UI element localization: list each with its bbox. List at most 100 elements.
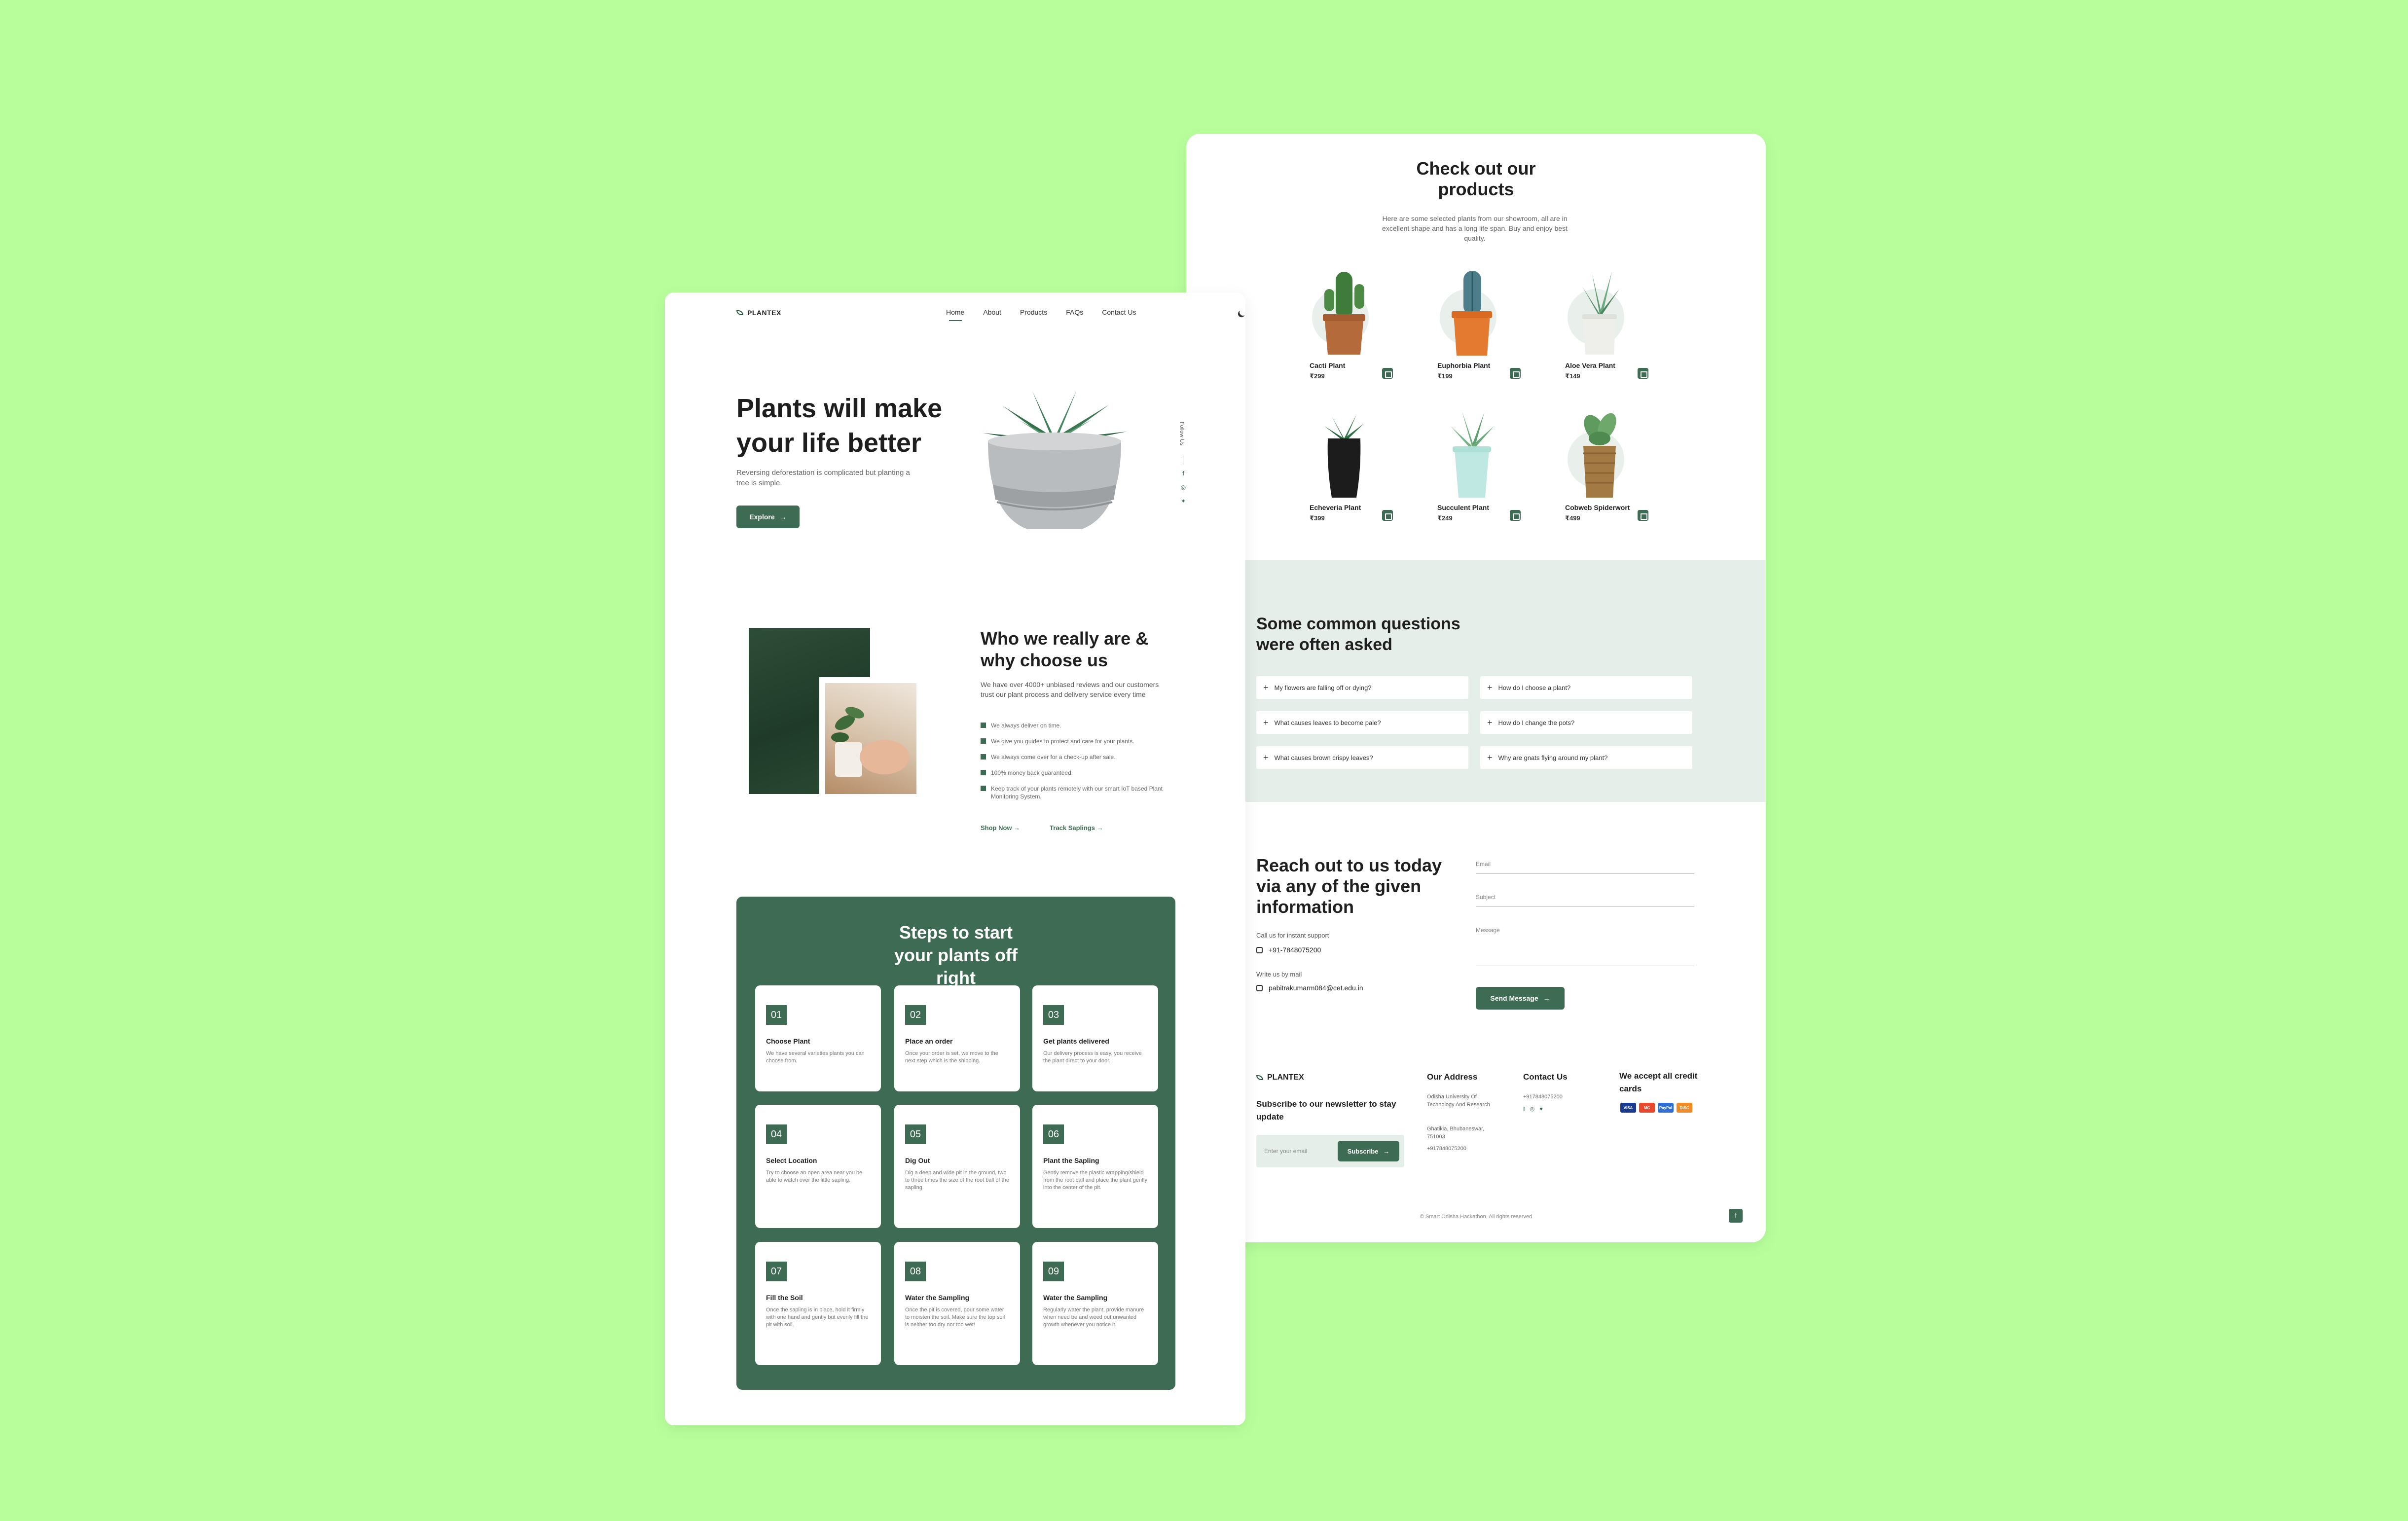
add-to-cart-icon[interactable] (1510, 368, 1521, 379)
list-item: We give you guides to protect and care f… (981, 737, 1173, 745)
benefit-text: Keep track of your plants remotely with … (991, 785, 1163, 800)
product-card[interactable]: Echeveria Plant ₹399 (1307, 409, 1421, 532)
shop-now-label: Shop Now (981, 824, 1012, 832)
step-number: 03 (1043, 1005, 1064, 1025)
nav-faqs[interactable]: FAQs (1066, 308, 1083, 316)
product-price: ₹199 (1437, 372, 1453, 380)
mail-label: Write us by mail (1256, 971, 1302, 978)
twitter-icon[interactable]: ♥ (1539, 1105, 1543, 1113)
twitter-icon[interactable]: ✦ (1180, 498, 1187, 505)
product-card[interactable]: Aloe Vera Plant ₹149 (1563, 267, 1676, 390)
logo[interactable]: PLANTEX (736, 309, 781, 317)
about-title: Who we really are & why choose us (981, 628, 1149, 670)
faq-question: Why are gnats flying around my plant? (1498, 754, 1608, 761)
theme-toggle-icon[interactable] (1239, 308, 1245, 317)
product-name: Aloe Vera Plant (1565, 362, 1615, 369)
message-field[interactable]: Message (1476, 927, 1694, 966)
send-message-button[interactable]: Send Message → (1476, 987, 1565, 1010)
add-to-cart-icon[interactable] (1382, 368, 1393, 379)
step-title: Place an order (905, 1037, 953, 1045)
step-title: Water the Sampling (1043, 1294, 1108, 1302)
product-card[interactable]: Cobweb Spiderwort ₹499 (1563, 409, 1676, 532)
nav-home[interactable]: Home (946, 308, 964, 321)
faq-question: How do I choose a plant? (1498, 684, 1571, 691)
email-field[interactable]: Email (1476, 861, 1694, 874)
send-label: Send Message (1490, 994, 1538, 1002)
step-desc: Once your order is set, we move to the n… (905, 1050, 998, 1064)
step-number: 02 (905, 1005, 926, 1025)
product-card[interactable]: Cacti Plant ₹299 (1307, 267, 1421, 390)
step-number: 04 (766, 1124, 787, 1144)
phone-icon (1256, 946, 1263, 953)
check-icon (981, 786, 986, 791)
product-card[interactable]: Euphorbia Plant ₹199 (1435, 267, 1548, 390)
contact-title: Reach out to us today via any of the giv… (1256, 855, 1442, 917)
add-to-cart-icon[interactable] (1638, 368, 1648, 379)
scroll-top-button[interactable]: ↑ (1729, 1209, 1743, 1223)
track-saplings-link[interactable]: Track Saplings → (1050, 824, 1103, 832)
facebook-icon[interactable]: f (1523, 1105, 1525, 1113)
email-address[interactable]: pabitrakumarm084@cet.edu.in (1256, 984, 1363, 992)
echeveria-plant-icon (1324, 415, 1364, 498)
add-to-cart-icon[interactable] (1638, 510, 1648, 521)
address-title: Our Address (1427, 1072, 1478, 1082)
benefit-text: We give you guides to protect and care f… (991, 738, 1134, 745)
faq-item[interactable]: + Why are gnats flying around my plant? (1480, 746, 1692, 769)
step-title: Get plants delivered (1043, 1037, 1109, 1045)
product-name: Succulent Plant (1437, 504, 1490, 511)
add-to-cart-icon[interactable] (1382, 510, 1393, 521)
spiderwort-plant-icon (1583, 413, 1616, 498)
cactus-plant-icon (1323, 272, 1365, 355)
newsletter-form: Enter your email Subscribe → (1256, 1135, 1404, 1167)
step-title: Fill the Soil (766, 1294, 803, 1302)
faq-item[interactable]: + How do I change the pots? (1480, 711, 1692, 734)
faq-question: How do I change the pots? (1498, 719, 1575, 726)
facebook-icon[interactable]: f (1180, 470, 1187, 477)
email-text: pabitrakumarm084@cet.edu.in (1269, 984, 1363, 992)
explore-button[interactable]: Explore → (736, 506, 800, 528)
plus-icon: + (1263, 717, 1269, 727)
product-price: ₹249 (1437, 514, 1453, 522)
step-card: 09 Water the Sampling Regularly water th… (1032, 1242, 1158, 1365)
instagram-icon[interactable]: ◎ (1530, 1105, 1535, 1113)
steps-title: Steps to start your plants off right (894, 922, 1018, 988)
follow-us-label: Follow Us (1179, 422, 1185, 446)
benefit-text: 100% money back guaranteed. (991, 769, 1073, 776)
step-card: 05 Dig Out Dig a deep and wide pit in th… (894, 1105, 1020, 1228)
faq-section: Some common questions were often asked +… (1245, 560, 1766, 802)
about-links: Shop Now → Track Saplings → (981, 824, 1103, 832)
step-card: 01 Choose Plant We have several varietie… (755, 985, 881, 1091)
plus-icon: + (1263, 752, 1269, 762)
footer-logo[interactable]: PLANTEX (1256, 1073, 1304, 1082)
faq-item[interactable]: + How do I choose a plant? (1480, 676, 1692, 699)
hero-title: Plants will make your life better (736, 394, 943, 458)
nav-products[interactable]: Products (1020, 308, 1047, 316)
paypal-icon: PayPal (1658, 1103, 1674, 1113)
nav-about[interactable]: About (983, 308, 1001, 316)
add-to-cart-icon[interactable] (1510, 510, 1521, 521)
product-price: ₹399 (1310, 514, 1325, 522)
faq-item[interactable]: + What causes brown crispy leaves? (1256, 746, 1468, 769)
step-number: 05 (905, 1124, 926, 1144)
faq-item[interactable]: + My flowers are falling off or dying? (1256, 676, 1468, 699)
nav-contact[interactable]: Contact Us (1102, 308, 1136, 316)
subject-field[interactable]: Subject (1476, 894, 1694, 907)
navbar: PLANTEX Home About Products FAQs Contact… (736, 306, 1230, 326)
list-item: We always come over for a check-up after… (981, 753, 1173, 761)
shop-now-link[interactable]: Shop Now → (981, 824, 1020, 832)
brand-name: PLANTEX (747, 309, 781, 317)
faq-item[interactable]: + What causes leaves to become pale? (1256, 711, 1468, 734)
newsletter-email-input[interactable]: Enter your email (1264, 1148, 1307, 1155)
list-item: Keep track of your plants remotely with … (981, 785, 1173, 800)
product-card[interactable]: Succulent Plant ₹249 (1435, 409, 1548, 532)
faq-question: What causes brown crispy leaves? (1274, 754, 1373, 761)
steps-section: Steps to start your plants off right 01 … (736, 897, 1175, 1390)
phone-number[interactable]: +91-7848075200 (1256, 946, 1321, 954)
products-page-panel: Check out our products Here are some sel… (1186, 134, 1766, 1242)
plus-icon: + (1487, 717, 1493, 727)
step-title: Water the Sampling (905, 1294, 970, 1302)
potting-plant-image (819, 677, 916, 794)
instagram-icon[interactable]: ◎ (1180, 484, 1187, 491)
arrow-right-icon: → (1543, 994, 1550, 1002)
subscribe-button[interactable]: Subscribe → (1338, 1141, 1399, 1161)
